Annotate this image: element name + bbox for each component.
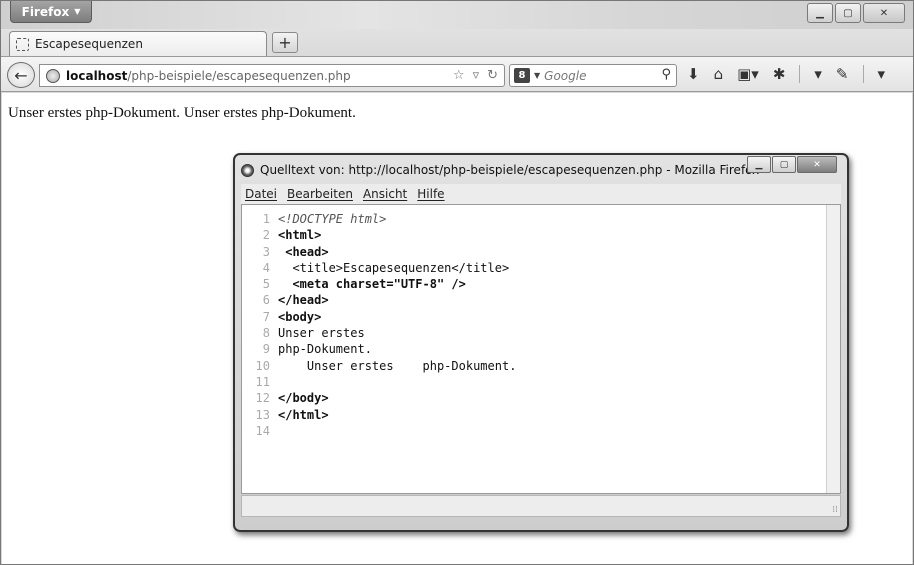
arrow-left-icon: ← (14, 65, 28, 85)
firefox-icon (241, 163, 254, 177)
page-icon (16, 37, 29, 51)
code-text: <meta charset="UTF-8" /> (278, 277, 466, 292)
search-placeholder: Google (544, 68, 587, 83)
dropdown-arrow-icon[interactable]: ▾ (814, 65, 822, 83)
code-text: Unser erstes php-Dokument. (278, 358, 517, 373)
chevron-down-icon: ▼ (74, 7, 81, 16)
code-text: <head> (278, 244, 329, 259)
source-window-controls: ▁ ▢ ✕ (747, 156, 837, 173)
separator (862, 65, 864, 83)
search-bar[interactable]: 8 ▼ Google ⚲ (509, 64, 677, 87)
menu-datei[interactable]: Datei (245, 187, 277, 201)
code-text: php-Dokument. (278, 342, 372, 357)
code-line: 6 </head> (242, 293, 840, 309)
url-bar[interactable]: localhost/php-beispiele/escapesequenzen.… (39, 64, 505, 87)
line-number: 14 (255, 423, 270, 438)
bookmarks-icon[interactable]: ▣▾ (737, 65, 759, 83)
tools-icon[interactable]: ✎ (836, 65, 849, 83)
code-line: 2 <html> (242, 228, 840, 244)
code-text: <title>Escapesequenzen</title> (278, 260, 510, 275)
scrollbar[interactable] (826, 205, 840, 493)
line-number: 10 (255, 358, 270, 373)
line-number: 12 (255, 391, 270, 406)
code-line: 11 (242, 375, 840, 391)
line-number: 9 (262, 342, 270, 357)
code-line: 5 <meta charset="UTF-8" /> (242, 277, 840, 293)
chevron-down-icon: ▼ (534, 71, 541, 80)
line-number: 1 (262, 212, 270, 226)
menu-ansicht[interactable]: Ansicht (363, 187, 407, 201)
close-button[interactable]: ✕ (797, 156, 837, 173)
dropdown-arrow-icon[interactable]: ▿ (473, 68, 480, 83)
source-menu-bar: Datei Bearbeiten Ansicht Hilfe (241, 184, 841, 204)
line-number: 2 (262, 228, 270, 243)
code-line: 13 </html> (242, 408, 840, 424)
code-line: 9 php-Dokument. (242, 342, 840, 358)
source-code-view[interactable]: 1 <!DOCTYPE html> 2 <html> 3 <head> 4 <title>… (241, 204, 841, 494)
resize-grip-icon[interactable]: ⁞⁞ (832, 505, 838, 515)
source-window: Quelltext von: http://localhost/php-beis… (233, 153, 849, 532)
url-host: localhost (66, 68, 128, 83)
tab-escapesequenzen[interactable]: Escapesequenzen (9, 31, 267, 56)
code-line: 1 <!DOCTYPE html> (242, 212, 840, 228)
line-number: 11 (255, 374, 270, 389)
download-icon[interactable]: ⬇ (687, 65, 700, 83)
search-engine-icon[interactable]: 8 (514, 68, 530, 83)
menu-hilfe[interactable]: Hilfe (417, 187, 444, 201)
separator (799, 65, 801, 83)
new-tab-button[interactable]: + (272, 32, 298, 53)
maximize-button[interactable]: ▢ (835, 3, 861, 23)
url-path: /php-beispiele/escapesequenzen.php (127, 68, 351, 83)
code-line: 8 Unser erstes (242, 326, 840, 342)
url-text: localhost/php-beispiele/escapesequenzen.… (66, 69, 351, 83)
source-window-title: Quelltext von: http://localhost/php-beis… (241, 163, 759, 177)
minimize-button[interactable]: ▁ (807, 3, 833, 23)
source-window-title-text: Quelltext von: http://localhost/php-beis… (260, 163, 760, 177)
code-text: </html> (278, 407, 329, 422)
window-controls: ▁ ▢ ✕ (807, 3, 905, 23)
code-line: 3 <head> (242, 245, 840, 261)
code-line: 4 <title>Escapesequenzen</title> (242, 261, 840, 277)
code-text: <html> (278, 228, 322, 243)
code-text: <body> (278, 309, 322, 324)
globe-icon (46, 68, 60, 83)
maximize-button[interactable]: ▢ (772, 156, 796, 173)
bookmark-star-icon[interactable]: ☆ (453, 68, 465, 83)
dropdown-arrow-icon[interactable]: ▾ (878, 65, 886, 83)
line-number: 6 (262, 293, 270, 308)
back-button[interactable]: ← (7, 62, 35, 88)
title-bar: Firefox ▼ ▁ ▢ ✕ (1, 1, 913, 29)
search-icon[interactable]: ⚲ (661, 67, 671, 82)
url-bar-icons: ☆ ▿ ↻ (453, 68, 498, 83)
line-number: 8 (262, 326, 270, 341)
navigation-toolbar: ← localhost/php-beispiele/escapesequenze… (1, 56, 913, 92)
firefox-menu-label: Firefox (21, 4, 70, 19)
home-icon[interactable]: ⌂ (714, 65, 724, 83)
reload-icon[interactable]: ↻ (487, 68, 498, 83)
code-line: 7 <body> (242, 310, 840, 326)
line-number: 3 (262, 244, 270, 259)
line-number: 7 (262, 309, 270, 324)
addon-icon[interactable]: ✱ (773, 65, 786, 83)
code-line: 14 (242, 424, 840, 440)
line-number: 13 (255, 407, 270, 422)
code-text: <!DOCTYPE html> (278, 212, 387, 226)
status-bar: ⁞⁞ (241, 495, 841, 517)
menu-bearbeiten[interactable]: Bearbeiten (287, 187, 353, 201)
tab-title: Escapesequenzen (35, 37, 143, 51)
page-body-text: Unser erstes php-Dokument. Unser erstes … (8, 105, 356, 121)
code-line: 10 Unser erstes php-Dokument. (242, 359, 840, 375)
code-text: Unser erstes (278, 326, 365, 341)
code-text: </body> (278, 391, 329, 406)
code-line: 12 </body> (242, 391, 840, 407)
line-number: 5 (262, 277, 270, 292)
tab-strip: Escapesequenzen + (1, 29, 913, 56)
minimize-button[interactable]: ▁ (747, 156, 771, 173)
code-text: </head> (278, 293, 329, 308)
plus-icon: + (278, 33, 292, 52)
close-button[interactable]: ✕ (863, 3, 905, 23)
toolbar-icons: ⬇ ⌂ ▣▾ ✱ ▾ ✎ ▾ (687, 65, 885, 83)
firefox-menu-button[interactable]: Firefox ▼ (10, 1, 92, 23)
line-number: 4 (262, 260, 270, 275)
